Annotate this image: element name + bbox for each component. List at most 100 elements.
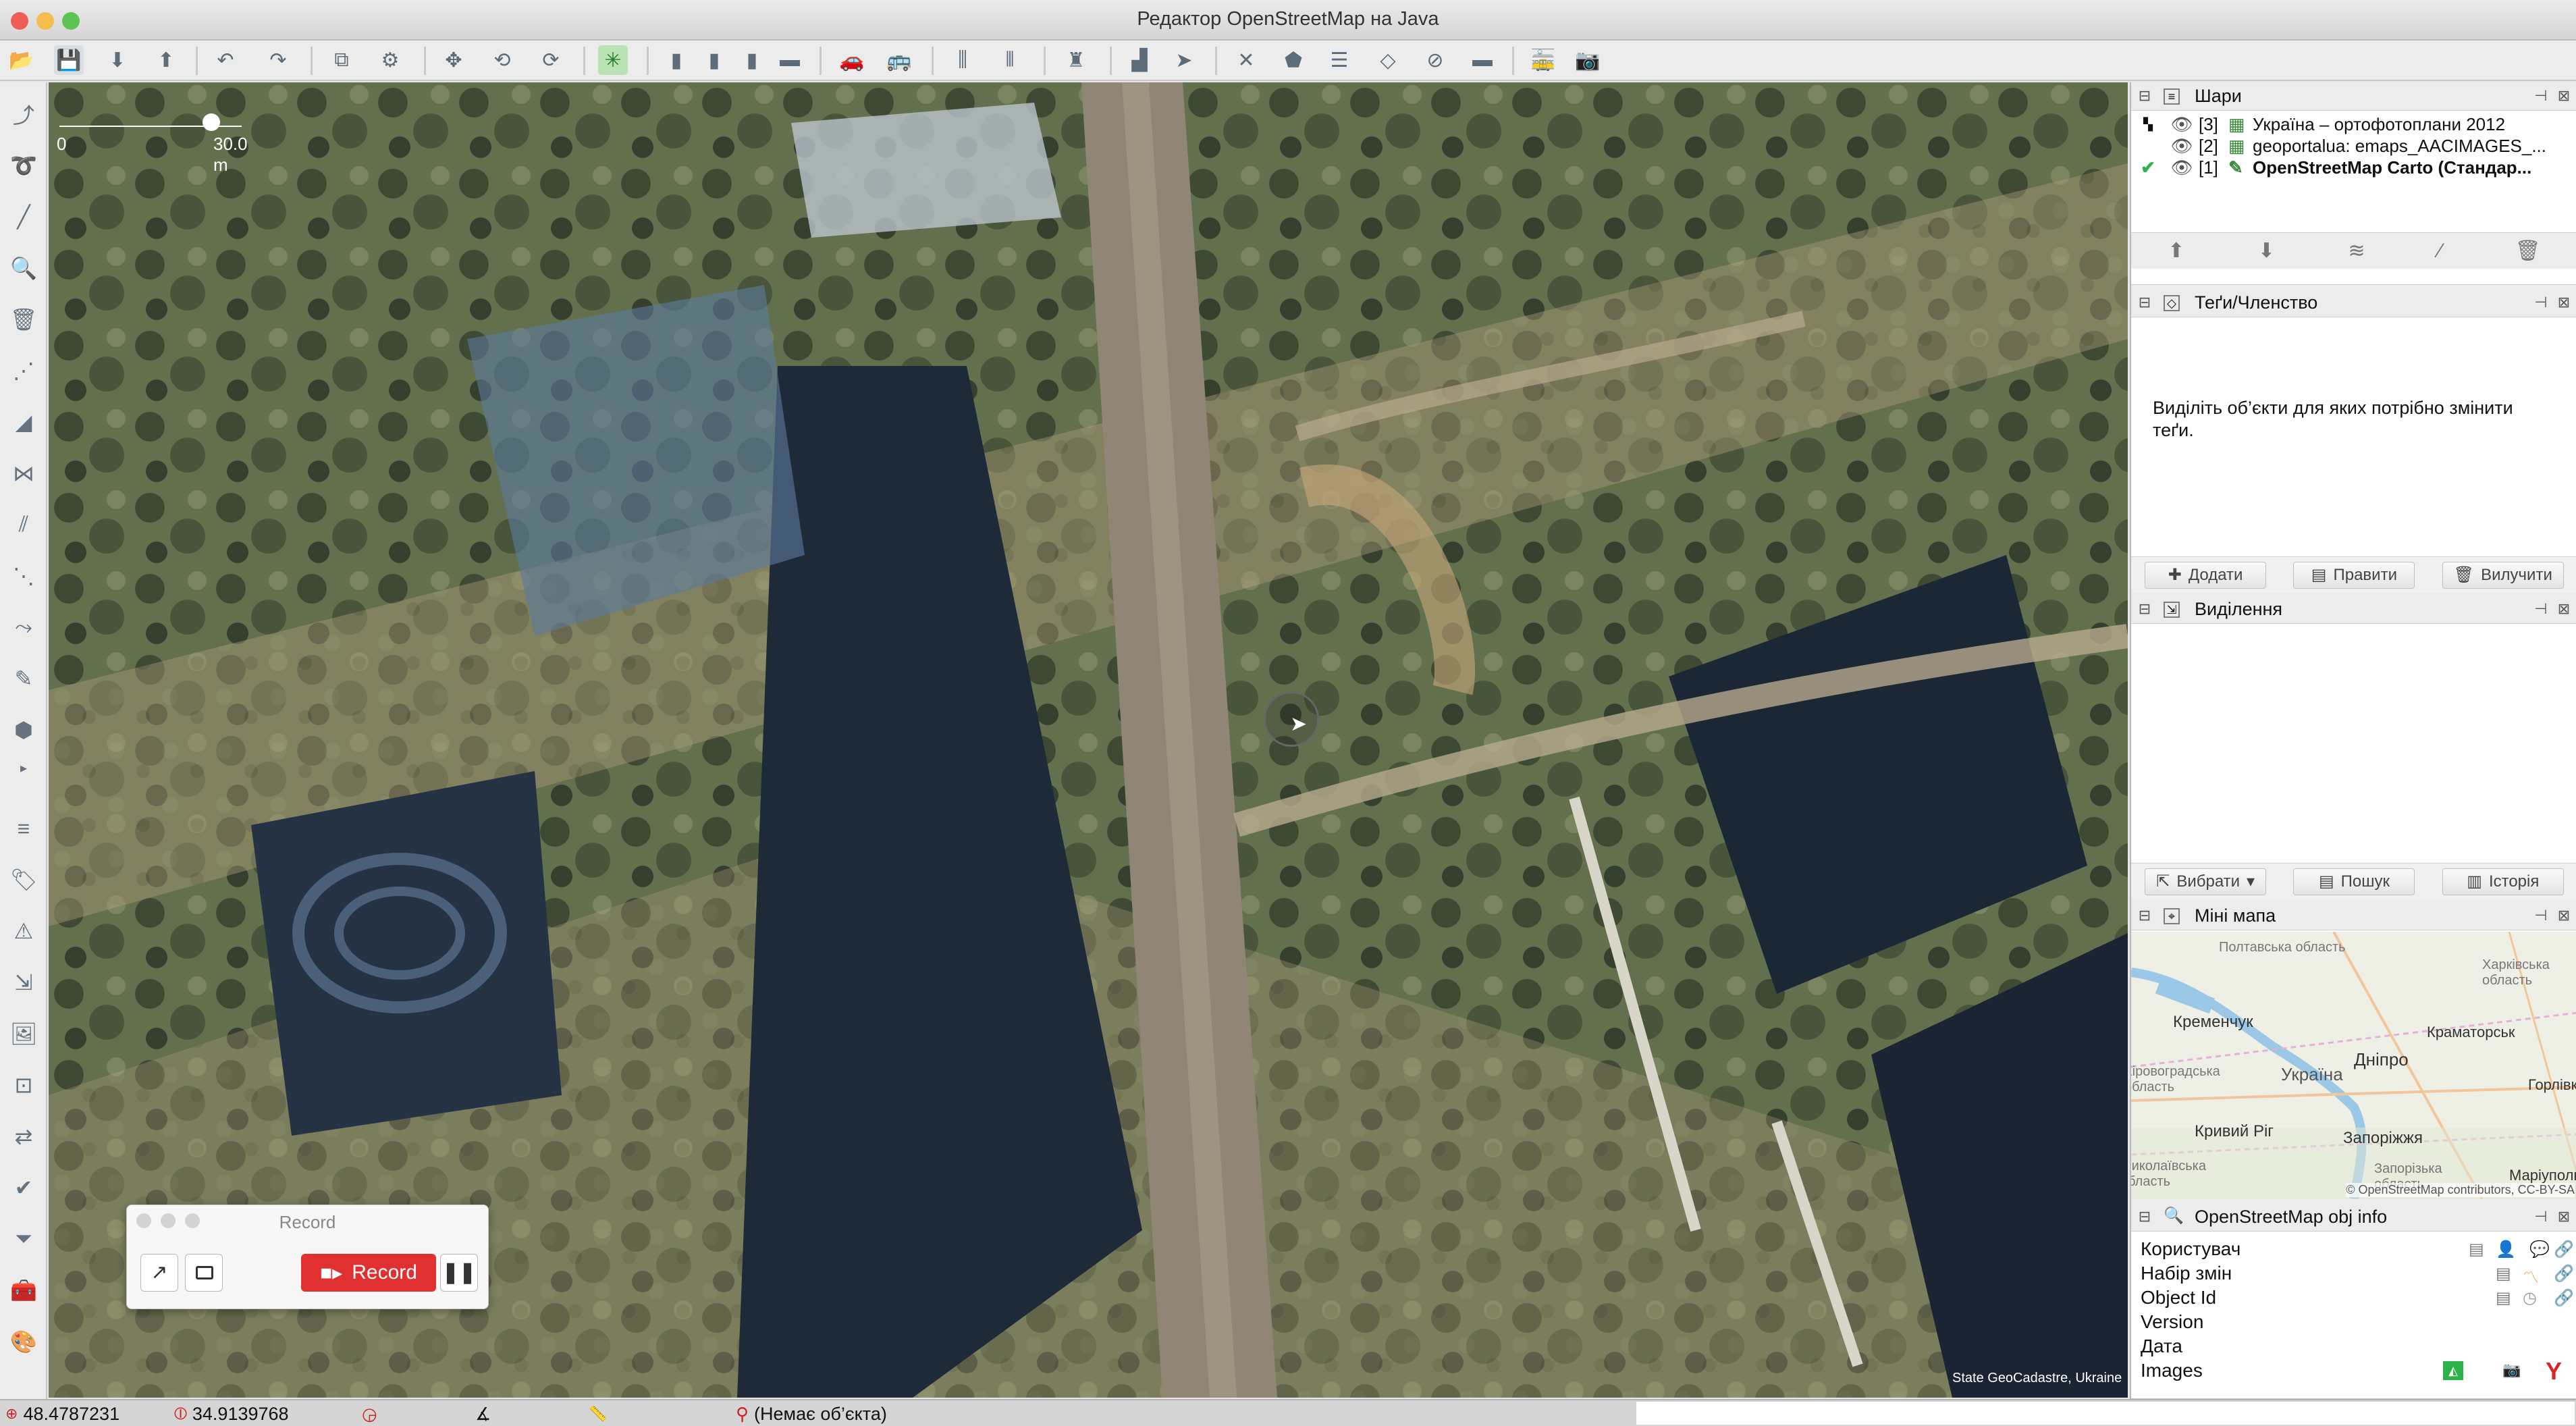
opacity-icon[interactable]: ⁄ <box>2438 240 2442 263</box>
collapse-icon[interactable]: ⊟ <box>2135 87 2154 106</box>
node-tool-icon[interactable]: ⋰ <box>7 354 41 388</box>
extrude-icon[interactable]: ⤳ <box>7 610 41 644</box>
barrier-icon[interactable]: ▬ <box>1468 45 1497 75</box>
split-icon[interactable]: ⫼ <box>948 45 977 75</box>
copy-user-icon[interactable]: ▤ <box>2469 1240 2484 1259</box>
layer-row[interactable]: ✔ 👁 [1] ✎ OpenStreetMap Carto (Стандар..… <box>2131 157 2576 178</box>
move-up-icon[interactable]: ⬆ <box>2168 239 2184 263</box>
lasso-mode-icon[interactable]: ➰ <box>7 149 41 182</box>
search-button[interactable]: ▤ Пошук <box>2293 868 2415 895</box>
close-icon[interactable]: ⊠ <box>2554 1208 2573 1227</box>
link-icon[interactable]: 🔗 <box>2554 1288 2574 1308</box>
record-region-tool[interactable] <box>185 1254 223 1292</box>
preferences-icon[interactable]: ⚙ <box>375 45 405 75</box>
message-icon[interactable]: 💬 <box>2529 1240 2550 1259</box>
collapse-icon[interactable]: ⊟ <box>2135 294 2154 313</box>
redo-icon[interactable]: ↷ <box>263 45 293 75</box>
ladder-icon[interactable]: ☰ <box>1324 45 1354 75</box>
record-arrow-tool[interactable]: ↗ <box>140 1254 178 1292</box>
split-way-icon[interactable]: ⋈ <box>7 456 41 490</box>
plugin-toggle-icon[interactable]: 🧰 <box>7 1273 41 1307</box>
user-profile-icon[interactable]: 👤 <box>2496 1240 2516 1259</box>
no-entry-icon[interactable]: ⊘ <box>1420 45 1450 75</box>
copy-changeset-icon[interactable]: ▤ <box>2496 1264 2511 1284</box>
history-button[interactable]: ▥ Історія <box>2442 868 2564 895</box>
yandex-icon[interactable]: Y <box>2546 1357 2562 1385</box>
copy-icon[interactable]: ⧉ <box>327 45 356 75</box>
car-icon[interactable]: 🚗 <box>837 45 867 75</box>
select-mode-icon[interactable]: ⤴ <box>7 97 41 131</box>
close-icon[interactable]: ⊠ <box>2554 87 2573 106</box>
edit-tag-button[interactable]: ▤ Правити <box>2293 561 2415 589</box>
tram-icon[interactable]: 🚋 <box>1528 45 1558 75</box>
camera-icon[interactable]: 📷 <box>2502 1361 2521 1379</box>
pin-icon[interactable]: ⊣ <box>2531 600 2550 619</box>
link-icon[interactable]: 🔗 <box>2554 1264 2574 1284</box>
relation-toggle-icon[interactable]: ⚠ <box>7 914 41 948</box>
area-icon[interactable]: ▬ <box>775 45 805 75</box>
save-icon[interactable]: 💾 <box>54 45 84 75</box>
parallel-way-icon[interactable]: ⫽ <box>7 508 41 542</box>
rotate-icon[interactable]: ⟲ <box>487 45 517 75</box>
pin-icon[interactable]: ⊣ <box>2531 1208 2550 1227</box>
combine-icon[interactable]: ⫴ <box>995 45 1025 75</box>
delete-tag-button[interactable]: 🗑 Вилучити <box>2442 561 2564 589</box>
select-icon[interactable]: ➤ <box>1169 45 1199 75</box>
pin-icon[interactable]: ⊣ <box>2531 907 2550 926</box>
more-tools-icon[interactable]: ▸ <box>7 758 41 778</box>
upload-icon[interactable]: ⬆ <box>151 45 181 75</box>
close-icon[interactable]: ⊠ <box>2554 294 2573 313</box>
scale-handle[interactable] <box>203 113 220 131</box>
bus-icon[interactable]: 🚌 <box>884 45 914 75</box>
filter-toggle-icon[interactable]: ⊡ <box>7 1068 41 1102</box>
pin-icon[interactable]: ⊣ <box>2531 87 2550 106</box>
record-pause-button[interactable]: ❚❚ <box>440 1254 478 1292</box>
map-view[interactable]: 0 30.0 m ➤ State GeoCadastre, Ukraine Re… <box>49 82 2128 1398</box>
visibility-eye-icon[interactable]: 👁 <box>2165 114 2199 135</box>
close-icon[interactable]: ⊠ <box>2554 907 2573 926</box>
select-button[interactable]: ⇱ Вибрати ▾ <box>2145 868 2267 895</box>
zoom-mode-icon[interactable]: 🔍 <box>7 251 41 285</box>
align-center-icon[interactable]: ▮ <box>699 45 729 75</box>
photo-toggle-icon[interactable]: 🖼 <box>7 1017 41 1051</box>
layers-toggle-icon[interactable]: ≡ <box>7 812 41 845</box>
layer-row[interactable]: 👁 [2] ▦ geoportalua: emaps_AACIMAGES_... <box>2131 135 2576 157</box>
move-down-icon[interactable]: ⬇ <box>2258 239 2275 263</box>
merge-icon[interactable]: ≋ <box>2348 239 2365 263</box>
visibility-eye-icon[interactable]: 👁 <box>2165 136 2199 157</box>
close-icon[interactable]: ⊠ <box>2554 600 2573 619</box>
delete-mode-icon[interactable]: 🗑 <box>7 302 41 336</box>
copy-id-icon[interactable]: ▤ <box>2496 1288 2511 1308</box>
tag-toggle-icon[interactable]: 🏷 <box>7 863 41 897</box>
collapse-icon[interactable]: ⊟ <box>2135 907 2154 926</box>
pin-icon[interactable]: ⊣ <box>2531 294 2550 313</box>
open-file-icon[interactable]: 📂 <box>7 45 36 75</box>
mapillary-icon[interactable]: ◭ <box>2443 1361 2463 1380</box>
collapse-icon[interactable]: ⊟ <box>2135 1208 2154 1227</box>
area-tool-icon[interactable]: ◢ <box>7 405 41 439</box>
filter-funnel-icon[interactable]: ⏷ <box>7 1222 41 1256</box>
clock-icon[interactable]: ◷ <box>2523 1288 2537 1308</box>
elevation-icon[interactable]: ▟ <box>1125 45 1154 75</box>
tag-icon[interactable]: ◇ <box>1373 45 1403 75</box>
align-right-icon[interactable]: ▮ <box>737 45 767 75</box>
layer-row[interactable]: ▚ 👁 [3] ▦ Україна – ортофотоплани 2012 <box>2131 113 2576 135</box>
add-tag-button[interactable]: ✚ Додати <box>2145 561 2267 589</box>
castle-icon[interactable]: ♜ <box>1061 45 1091 75</box>
link-icon[interactable]: 🔗 <box>2554 1240 2574 1259</box>
visibility-eye-icon[interactable]: 👁 <box>2165 157 2199 178</box>
camera-icon[interactable]: 📷 <box>1573 45 1603 75</box>
undo-icon[interactable]: ↶ <box>211 45 240 75</box>
selection-toggle-icon[interactable]: ⇲ <box>7 966 41 999</box>
palette-icon[interactable]: 🎨 <box>7 1325 41 1358</box>
validator-toggle-icon[interactable]: ✔ <box>7 1171 41 1205</box>
changeset-icon[interactable]: 〽 <box>2523 1264 2539 1288</box>
pen-icon[interactable]: ✎ <box>7 662 41 695</box>
conflict-toggle-icon[interactable]: ⇄ <box>7 1119 41 1153</box>
download-icon[interactable]: ⬇ <box>103 45 132 75</box>
active-layer-icon[interactable]: ✳ <box>598 45 628 75</box>
draw-mode-icon[interactable]: ╱ <box>7 200 41 234</box>
move-icon[interactable]: ✥ <box>439 45 468 75</box>
refresh-icon[interactable]: ⟳ <box>536 45 566 75</box>
cross-icon[interactable]: ✕ <box>1231 45 1261 75</box>
